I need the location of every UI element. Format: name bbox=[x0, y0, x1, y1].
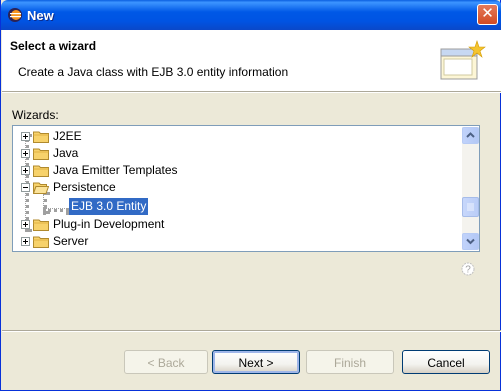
header-title: Select a wizard bbox=[10, 39, 97, 53]
scroll-thumb[interactable] bbox=[462, 197, 479, 217]
new-wizard-banner-icon bbox=[440, 40, 486, 80]
help-icon[interactable]: ? bbox=[461, 262, 475, 276]
expand-icon[interactable] bbox=[21, 220, 30, 229]
close-icon: ✕ bbox=[481, 5, 494, 22]
tree-item-label: EJB 3.0 Entity bbox=[69, 198, 149, 215]
folder-icon bbox=[33, 131, 49, 143]
chevron-up-icon bbox=[466, 132, 475, 138]
collapse-icon[interactable] bbox=[21, 183, 30, 192]
button-bar-separator-highlight bbox=[2, 331, 501, 332]
tree-item-ejb-entity[interactable]: EJB 3.0 Entity bbox=[13, 198, 453, 215]
tree-item-label: Server bbox=[53, 234, 89, 248]
wizard-tree[interactable]: J2EE Java Java Emitter Templates Persist… bbox=[12, 125, 480, 252]
tree-item-label: Plug-in Development bbox=[53, 217, 165, 231]
cancel-button[interactable]: Cancel bbox=[402, 350, 490, 374]
wizards-label: Wizards: bbox=[12, 108, 59, 122]
tree-item-j2ee[interactable]: J2EE bbox=[13, 128, 453, 145]
eclipse-icon bbox=[8, 8, 22, 22]
tree-item-java-emitter-templates[interactable]: Java Emitter Templates bbox=[13, 162, 453, 179]
tree-item-label: Persistence bbox=[53, 180, 116, 194]
header-separator bbox=[2, 92, 501, 93]
expand-icon[interactable] bbox=[21, 166, 30, 175]
folder-icon bbox=[33, 165, 49, 177]
folder-icon bbox=[33, 219, 49, 231]
finish-button[interactable]: Finish bbox=[306, 350, 394, 374]
tree-item-plugin-development[interactable]: Plug-in Development bbox=[13, 216, 453, 233]
scroll-up-button[interactable] bbox=[462, 127, 479, 144]
back-button[interactable]: < Back bbox=[124, 350, 208, 374]
header-description: Create a Java class with EJB 3.0 entity … bbox=[18, 65, 289, 79]
title-bar[interactable]: New ✕ bbox=[1, 0, 501, 30]
expand-icon[interactable] bbox=[21, 132, 30, 141]
folder-icon bbox=[33, 236, 49, 248]
tree-item-label: J2EE bbox=[53, 129, 82, 143]
tree-item-persistence[interactable]: Persistence bbox=[13, 179, 453, 196]
open-folder-icon bbox=[33, 182, 49, 194]
new-wizard-dialog: New ✕ Select a wizard Create a Java clas… bbox=[0, 0, 501, 391]
grip-icon bbox=[467, 203, 474, 211]
svg-text:?: ? bbox=[465, 265, 471, 276]
tree-item-label: Java bbox=[53, 146, 79, 160]
expand-icon[interactable] bbox=[21, 149, 30, 158]
chevron-down-icon bbox=[466, 238, 475, 245]
folder-icon bbox=[33, 148, 49, 160]
tree-item-server[interactable]: Server bbox=[13, 233, 453, 250]
scroll-down-button[interactable] bbox=[462, 233, 479, 250]
wizard-header: Select a wizard Create a Java class with… bbox=[2, 30, 501, 92]
expand-icon[interactable] bbox=[21, 237, 30, 246]
close-button[interactable]: ✕ bbox=[477, 4, 498, 25]
window-title: New bbox=[27, 8, 54, 23]
tree-vertical-scrollbar[interactable] bbox=[462, 127, 479, 250]
tree-item-java[interactable]: Java bbox=[13, 145, 453, 162]
tree-item-label: Java Emitter Templates bbox=[53, 163, 178, 177]
next-button[interactable]: Next > bbox=[212, 350, 300, 374]
